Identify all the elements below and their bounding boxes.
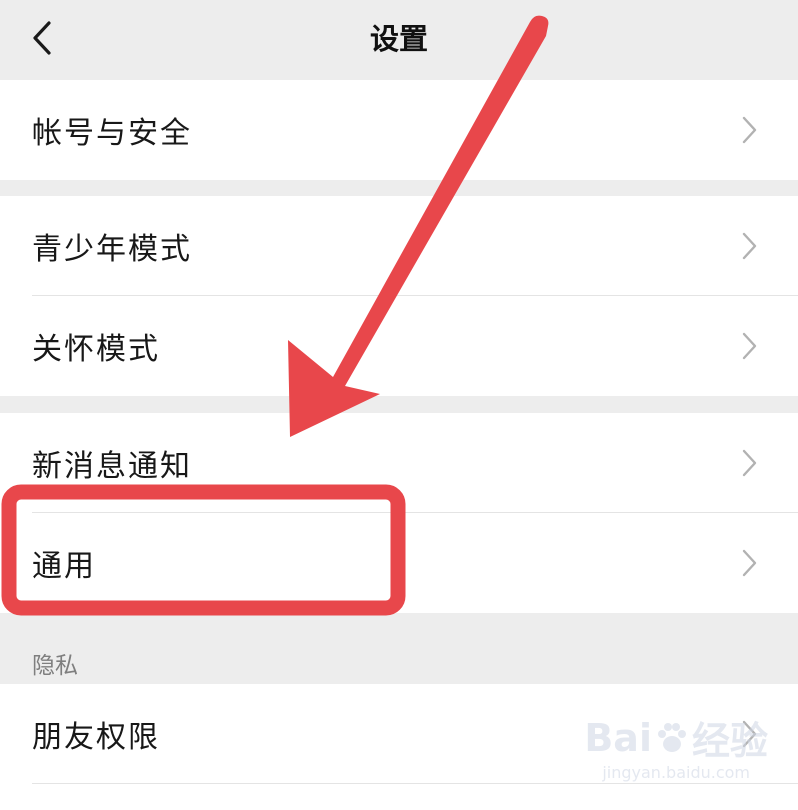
settings-item-teen-mode[interactable]: 青少年模式: [0, 196, 798, 296]
settings-item-account-security[interactable]: 帐号与安全: [0, 80, 798, 180]
chevron-right-icon: [742, 449, 757, 477]
nav-bar: 设置: [0, 0, 798, 78]
section-header-privacy: 隐私: [32, 653, 78, 679]
settings-item-label: 关怀模式: [32, 332, 160, 367]
chevron-right-icon: [742, 116, 757, 144]
chevron-right-icon: [742, 720, 757, 748]
divider: [32, 783, 798, 784]
settings-item-general[interactable]: 通用: [0, 513, 798, 613]
settings-item-notifications[interactable]: 新消息通知: [0, 413, 798, 513]
settings-item-label: 青少年模式: [32, 232, 192, 267]
settings-item-care-mode[interactable]: 关怀模式: [0, 296, 798, 396]
page-title: 设置: [369, 22, 428, 56]
chevron-right-icon: [742, 232, 757, 260]
settings-group-general: 新消息通知 通用: [0, 413, 798, 613]
settings-item-label: 帐号与安全: [32, 116, 192, 151]
chevron-right-icon: [742, 549, 757, 577]
settings-item-label: 朋友权限: [32, 720, 160, 755]
settings-item-friend-permissions[interactable]: 朋友权限: [0, 684, 798, 784]
chevron-right-icon: [742, 332, 757, 360]
settings-item-label: 新消息通知: [32, 449, 192, 484]
settings-group-account: 帐号与安全: [0, 80, 798, 180]
settings-item-label: 通用: [32, 549, 96, 584]
settings-group-modes: 青少年模式 关怀模式: [0, 196, 798, 396]
settings-group-privacy: 朋友权限: [0, 684, 798, 810]
